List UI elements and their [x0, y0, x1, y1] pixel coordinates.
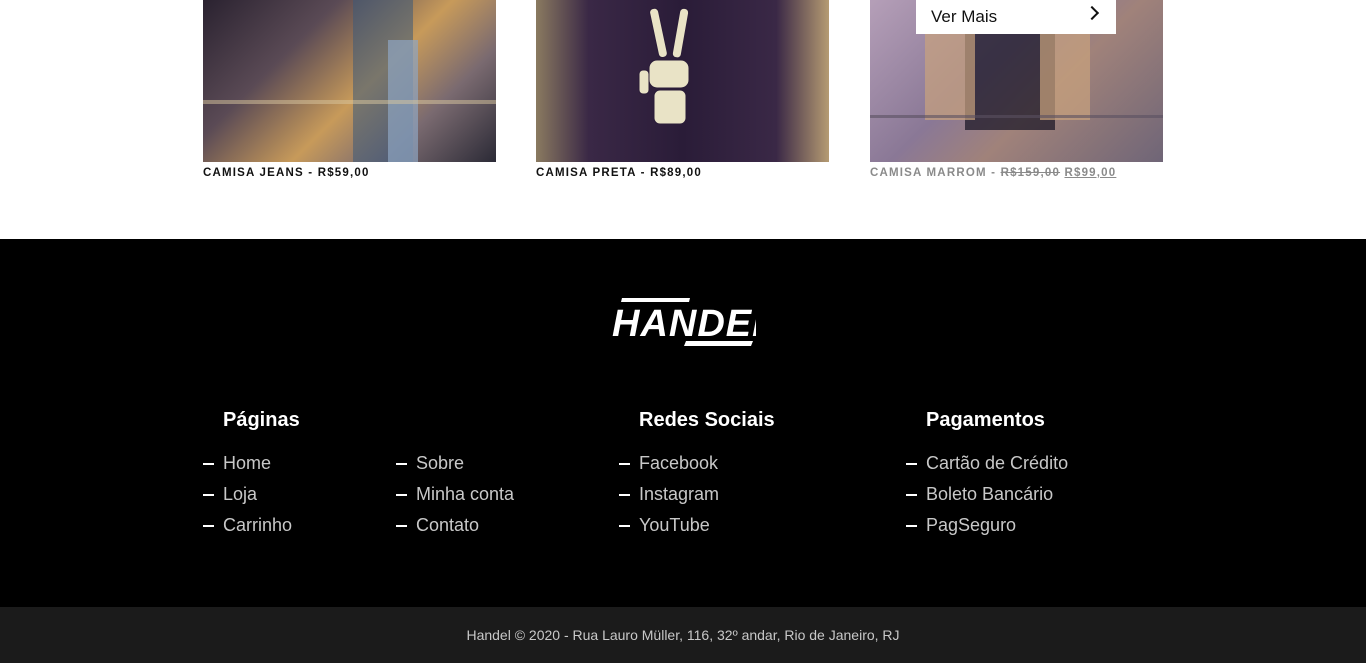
- product-image[interactable]: [536, 0, 829, 162]
- ver-mais-button[interactable]: Ver Mais: [916, 0, 1116, 34]
- caption-separator: -: [636, 167, 651, 179]
- dash-icon: [396, 494, 407, 496]
- product-name: CAMISA PRETA: [536, 167, 637, 179]
- footer-link-sobre[interactable]: Sobre: [416, 453, 464, 474]
- footer-link-loja[interactable]: Loja: [223, 484, 257, 505]
- site-footer: HANDEL Páginas Home Loja Carrinho Sobre …: [0, 239, 1366, 607]
- footer-link-facebook[interactable]: Facebook: [639, 453, 718, 474]
- product-old-price: R$159,00: [1000, 167, 1061, 179]
- dash-icon: [906, 463, 917, 465]
- product-image[interactable]: Ver Mais: [870, 0, 1163, 162]
- footer-link-carrinho[interactable]: Carrinho: [223, 515, 292, 536]
- product-caption[interactable]: CAMISA JEANS - R$59,00: [203, 167, 496, 179]
- product-image[interactable]: [203, 0, 496, 162]
- dash-icon: [906, 525, 917, 527]
- product-card-jeans[interactable]: CAMISA JEANS - R$59,00: [203, 0, 496, 179]
- chevron-right-icon: [1084, 5, 1100, 21]
- product-name: CAMISA JEANS: [203, 167, 304, 179]
- copyright-bar: Handel © 2020 - Rua Lauro Müller, 116, 3…: [0, 607, 1366, 663]
- footer-link-pagseguro[interactable]: PagSeguro: [926, 515, 1016, 536]
- product-name: CAMISA MARROM: [870, 167, 987, 179]
- footer-link-instagram[interactable]: Instagram: [639, 484, 719, 505]
- dash-icon: [203, 494, 214, 496]
- dash-icon: [203, 463, 214, 465]
- caption-separator: -: [986, 167, 1001, 179]
- footer-heading-paginas: Páginas: [223, 409, 300, 431]
- caption-separator: -: [303, 167, 318, 179]
- dash-icon: [619, 463, 630, 465]
- product-card-preta[interactable]: CAMISA PRETA - R$89,00: [536, 0, 829, 179]
- product-photo: [203, 0, 496, 162]
- product-caption[interactable]: CAMISA MARROM - R$159,00 R$99,00: [870, 167, 1163, 179]
- dash-icon: [396, 463, 407, 465]
- product-card-marrom[interactable]: Ver Mais CAMISA MARROM - R$159,00 R$99,0…: [870, 0, 1163, 179]
- product-caption[interactable]: CAMISA PRETA - R$89,00: [536, 167, 829, 179]
- footer-link-minha-conta[interactable]: Minha conta: [416, 484, 514, 505]
- product-grid: CAMISA JEANS - R$59,00 CAMISA PRETA - R$…: [0, 0, 1366, 239]
- logo-text: HANDEL: [612, 303, 756, 345]
- product-photo: [638, 7, 690, 125]
- footer-heading-pagamentos: Pagamentos: [926, 409, 1045, 431]
- dash-icon: [203, 525, 214, 527]
- dash-icon: [619, 494, 630, 496]
- footer-link-cartao-de-credito[interactable]: Cartão de Crédito: [926, 453, 1068, 474]
- copyright-text: Handel © 2020 - Rua Lauro Müller, 116, 3…: [466, 627, 900, 643]
- footer-link-boleto-bancario[interactable]: Boleto Bancário: [926, 484, 1053, 505]
- footer-link-home[interactable]: Home: [223, 453, 271, 474]
- product-new-price: R$99,00: [1064, 167, 1117, 179]
- product-price: R$89,00: [650, 167, 702, 179]
- handel-logo[interactable]: HANDEL: [612, 297, 756, 353]
- ver-mais-label: Ver Mais: [931, 7, 998, 26]
- footer-link-contato[interactable]: Contato: [416, 515, 479, 536]
- product-price: R$59,00: [317, 167, 370, 179]
- dash-icon: [906, 494, 917, 496]
- dash-icon: [396, 525, 407, 527]
- footer-heading-redes-sociais: Redes Sociais: [639, 409, 775, 431]
- dash-icon: [619, 525, 630, 527]
- footer-link-youtube[interactable]: YouTube: [639, 515, 710, 536]
